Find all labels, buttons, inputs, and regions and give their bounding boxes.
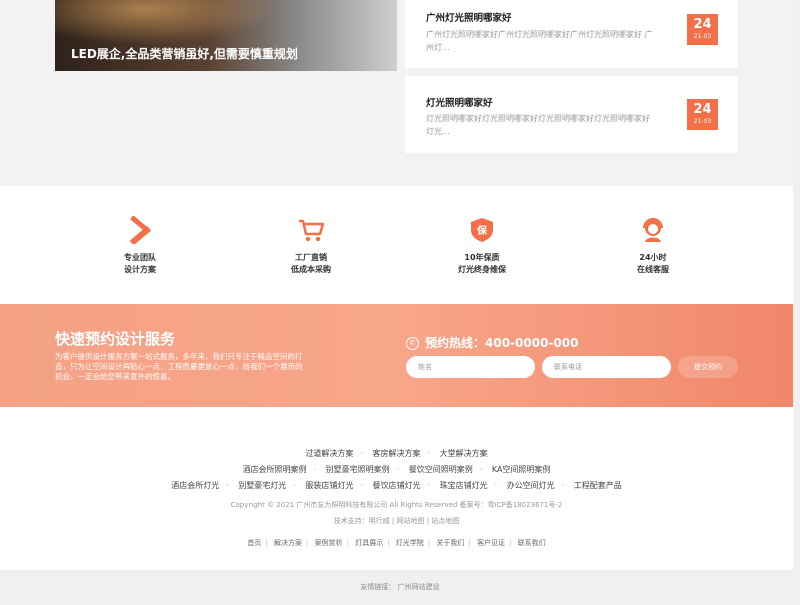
hotline-text: 预约热线：400-0000-000 bbox=[425, 336, 579, 350]
feature-item-factory: 工厂直销 低成本采购 bbox=[266, 216, 356, 276]
copyright: Copyright © 2021 广州市友为照明科技有限公司 All Right… bbox=[230, 501, 563, 509]
news-date-month: 21-03 bbox=[693, 118, 712, 125]
tech-support: 技术支持：明行威 | 网站地图 | 站点地图 bbox=[333, 517, 460, 525]
hero-news-image[interactable]: LED展企,全品类营销虽好,但需要慎重规划 bbox=[55, 0, 397, 71]
news-section: LED展企,全品类营销虽好,但需要慎重规划 广州灯光照明哪家好 广州灯光照明哪家… bbox=[0, 0, 793, 186]
features-section: 专业团队 设计方案 工厂直销 低成本采购 保 10年保质 灯光终身维保 24小时… bbox=[0, 186, 793, 304]
news-date-day: 24 bbox=[693, 17, 712, 32]
footer-link[interactable]: 珠宝店铺灯光 bbox=[440, 481, 488, 490]
feature-label-line1: 24小时 bbox=[639, 253, 667, 262]
submit-booking-button[interactable]: 提交预约 bbox=[678, 356, 738, 378]
footer-link[interactable]: 别墅豪宅照明案例 bbox=[326, 465, 390, 474]
footer-nav-link[interactable]: 客户见证 bbox=[477, 539, 505, 547]
footer-nav-link[interactable]: 案例赏析 bbox=[315, 539, 343, 547]
footer-links-solutions: 过道解决方案 · 客房解决方案 · 大堂解决方案 bbox=[305, 449, 488, 458]
footer-link[interactable]: 餐饮店铺灯光 bbox=[373, 481, 421, 490]
feature-label-line1: 专业团队 bbox=[124, 253, 156, 262]
footer-link[interactable]: 餐饮空间照明案例 bbox=[409, 465, 473, 474]
footer: 过道解决方案 · 客房解决方案 · 大堂解决方案 酒店会所照明案例 · 别墅豪宅照明案… bbox=[0, 407, 793, 570]
footer-link[interactable]: 大堂解决方案 bbox=[440, 449, 488, 458]
footer-link[interactable]: 工程配套产品 bbox=[574, 481, 622, 490]
friend-links[interactable]: 友情链接： 广州网站建设 bbox=[0, 570, 800, 605]
footer-links-cases: 酒店会所照明案例 · 别墅豪宅照明案例 · 餐饮空间照明案例 · KA空间照明案例 bbox=[242, 465, 551, 474]
feature-label-line1: 工厂直销 bbox=[295, 253, 327, 262]
footer-link[interactable]: 客房解决方案 bbox=[373, 449, 421, 458]
news-date-badge: 24 21-03 bbox=[687, 99, 718, 130]
feature-label-line1: 10年保质 bbox=[464, 253, 500, 262]
booking-section: 快速预约设计服务 为客户提供设计服务方案一站式服务，多年来，我们只专注于精品空间… bbox=[0, 304, 793, 407]
news-card-excerpt: 灯光照明哪家好灯光照明哪家好灯光照明哪家好灯光照明哪家好 灯光... bbox=[426, 114, 650, 136]
booking-description: 为客户提供设计服务方案一站式服务，多年来，我们只专注于精品空间的打造，只为让空间… bbox=[55, 352, 303, 381]
name-input[interactable] bbox=[406, 356, 535, 378]
footer-nav: 首页 | 解决方案 | 案例赏析 | 灯具展示 | 灯光学院 | 关于我们 | 客户见证 | … bbox=[247, 539, 546, 547]
ruler-pencil-icon bbox=[130, 215, 151, 245]
page-scrollbar[interactable] bbox=[792, 0, 800, 605]
feature-item-support: 24小时 在线客服 bbox=[608, 216, 698, 276]
hero-caption[interactable]: LED展企,全品类营销虽好,但需要慎重规划 bbox=[71, 45, 298, 62]
footer-link[interactable]: 别墅豪宅灯光 bbox=[238, 481, 286, 490]
feature-label-line2: 在线客服 bbox=[637, 265, 669, 274]
footer-nav-link[interactable]: 联系我们 bbox=[518, 539, 546, 547]
footer-link[interactable]: 过道解决方案 bbox=[305, 449, 353, 458]
phone-input[interactable] bbox=[542, 356, 671, 378]
footer-nav-link[interactable]: 首页 bbox=[247, 539, 261, 547]
footer-link[interactable]: 酒店会所照明案例 bbox=[243, 465, 307, 474]
footer-link[interactable]: KA空间照明案例 bbox=[492, 465, 551, 474]
footer-nav-link[interactable]: 关于我们 bbox=[436, 539, 464, 547]
hotline: ✆ 预约热线：400-0000-000 bbox=[406, 334, 578, 351]
news-date-month: 21-03 bbox=[693, 33, 712, 40]
footer-nav-link[interactable]: 解决方案 bbox=[274, 539, 302, 547]
news-card[interactable]: 广州灯光照明哪家好 广州灯光照明哪家好广州灯光照明哪家好广州灯光照明哪家好 广州… bbox=[405, 0, 738, 68]
feature-label-line2: 设计方案 bbox=[124, 265, 156, 274]
footer-link[interactable]: 酒店会所灯光 bbox=[171, 481, 219, 490]
footer-nav-link[interactable]: 灯具展示 bbox=[355, 539, 383, 547]
shopping-cart-icon bbox=[299, 219, 325, 242]
footer-link[interactable]: 服装店铺灯光 bbox=[305, 481, 353, 490]
feature-item-team: 专业团队 设计方案 bbox=[95, 215, 185, 276]
news-card-title[interactable]: 广州灯光照明哪家好 bbox=[426, 10, 512, 24]
headset-agent-icon bbox=[643, 218, 663, 242]
footer-link[interactable]: 办公空间灯光 bbox=[507, 481, 555, 490]
feature-item-warranty: 保 10年保质 灯光终身维保 bbox=[437, 216, 527, 276]
svg-text:保: 保 bbox=[476, 224, 488, 237]
news-card-excerpt: 广州灯光照明哪家好广州灯光照明哪家好广州灯光照明哪家好 广州灯... bbox=[426, 30, 653, 52]
phone-icon: ✆ bbox=[406, 337, 419, 350]
feature-label-line2: 灯光终身维保 bbox=[458, 265, 506, 274]
news-date-badge: 24 21-03 bbox=[687, 14, 718, 45]
feature-label-line2: 低成本采购 bbox=[291, 265, 331, 274]
booking-title: 快速预约设计服务 bbox=[55, 330, 176, 348]
hero-image-lights bbox=[55, 0, 277, 45]
shield-bao-icon: 保 bbox=[471, 218, 493, 242]
footer-links-products: 酒店会所灯光 · 别墅豪宅灯光 · 服装店铺灯光 · 餐饮店铺灯光 · 珠宝店铺灯光 · … bbox=[171, 481, 622, 490]
footer-nav-link[interactable]: 灯光学院 bbox=[396, 539, 424, 547]
news-date-day: 24 bbox=[693, 102, 712, 117]
news-card[interactable]: 灯光照明哪家好 灯光照明哪家好灯光照明哪家好灯光照明哪家好灯光照明哪家好 灯光.… bbox=[405, 76, 738, 153]
news-card-title[interactable]: 灯光照明哪家好 bbox=[426, 95, 493, 109]
